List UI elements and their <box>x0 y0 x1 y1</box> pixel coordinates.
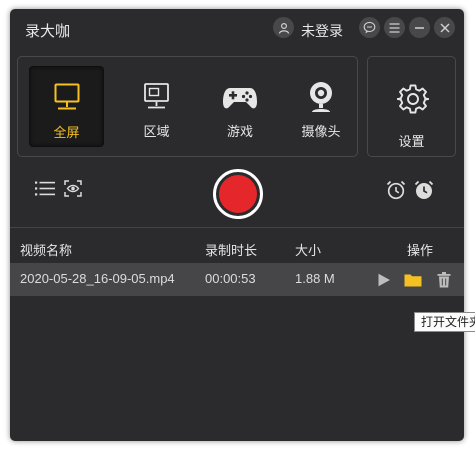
alarm-clock-icon[interactable] <box>386 180 406 205</box>
table-row[interactable]: 2020-05-28_16-09-05.mp4 00:00:53 1.88 M <box>10 263 464 296</box>
webcam-icon <box>310 82 332 112</box>
column-header-actions: 操作 <box>407 243 434 258</box>
record-button[interactable] <box>213 169 263 219</box>
column-header-name: 视频名称 <box>20 243 73 258</box>
minimize-icon[interactable] <box>409 17 430 38</box>
video-size-cell: 1.88 M <box>295 271 335 286</box>
delete-trash-icon[interactable] <box>437 272 451 293</box>
recording-mode-panel: 全屏 区域 游戏 摄像头 <box>17 56 358 157</box>
open-folder-tooltip: 打开文件夹 <box>414 312 475 332</box>
record-dot <box>219 175 257 213</box>
list-icon[interactable] <box>35 181 55 201</box>
mode-label-fullscreen: 全屏 <box>53 125 80 140</box>
app-window: 录大咖 未登录 全屏 区域 游戏 摄像头 设置 视频名称 录制时长 大小 操作 … <box>10 9 464 441</box>
app-title: 录大咖 <box>25 23 71 40</box>
video-duration-cell: 00:00:53 <box>205 271 256 286</box>
open-folder-icon[interactable] <box>404 273 422 292</box>
mode-label-game: 游戏 <box>226 124 253 139</box>
timer-clock-icon[interactable] <box>414 180 434 205</box>
login-status-link[interactable]: 未登录 <box>301 21 343 41</box>
close-icon[interactable] <box>434 17 455 38</box>
settings-label: 设置 <box>398 134 425 149</box>
video-name-cell: 2020-05-28_16-09-05.mp4 <box>20 271 175 286</box>
section-divider <box>10 227 464 228</box>
chat-icon[interactable] <box>359 17 380 38</box>
mode-webcam[interactable]: 摄像头 <box>284 57 358 156</box>
column-header-size: 大小 <box>295 243 322 258</box>
mode-region[interactable]: 区域 <box>119 57 194 156</box>
settings-button[interactable]: 设置 <box>367 56 456 157</box>
play-icon[interactable] <box>377 273 391 292</box>
gear-icon <box>397 84 429 114</box>
mode-game[interactable]: 游戏 <box>206 57 274 156</box>
monitor-icon <box>54 83 79 110</box>
preview-eye-icon[interactable] <box>64 180 82 202</box>
column-header-duration: 录制时长 <box>205 243 258 258</box>
title-bar: 录大咖 未登录 <box>10 9 464 51</box>
gamepad-icon <box>223 88 257 109</box>
mode-fullscreen[interactable]: 全屏 <box>29 66 104 147</box>
user-avatar-icon[interactable] <box>273 17 294 38</box>
menu-icon[interactable] <box>384 17 405 38</box>
mode-label-region: 区域 <box>143 124 170 139</box>
region-icon <box>143 83 169 109</box>
mode-label-webcam: 摄像头 <box>301 124 341 139</box>
